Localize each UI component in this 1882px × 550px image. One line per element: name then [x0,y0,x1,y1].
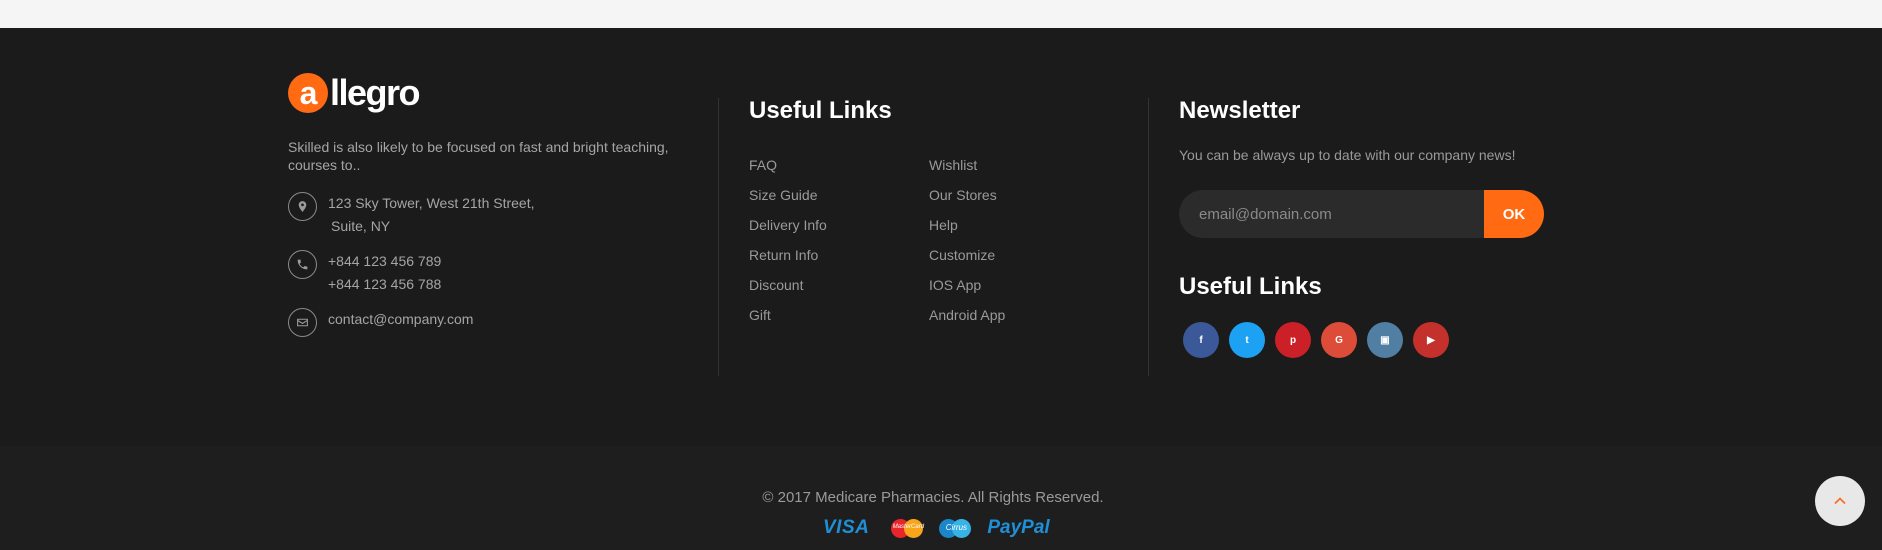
link-delivery-info[interactable]: Delivery Info [749,210,929,240]
chevron-up-icon [1834,497,1846,505]
phone-icon [288,250,317,279]
column-divider [718,98,719,376]
copyright-text: © 2017 Medicare Pharmacies. All Rights R… [762,489,1104,506]
brand-logo[interactable]: a llegro [288,70,688,116]
newsletter-submit-button[interactable]: OK [1484,190,1544,238]
pinterest-icon[interactable]: p [1275,322,1311,358]
link-return-info[interactable]: Return Info [749,240,929,270]
cirrus-icon: Cirrus [939,517,973,539]
contact-phone: +844 123 456 789 +844 123 456 788 [288,250,688,296]
about-text: Skilled is also likely to be focused on … [288,139,669,173]
link-ios-app[interactable]: IOS App [929,270,1109,300]
top-strip [0,0,1882,28]
scroll-to-top-button[interactable] [1815,476,1865,526]
link-faq[interactable]: FAQ [749,150,929,180]
contact-email: contact@company.com [288,308,688,337]
address-line-2: Suite, NY [331,218,391,234]
paypal-icon: PayPal [987,517,1050,538]
address-line-1: 123 Sky Tower, West 21th Street, [328,195,535,211]
contact-address: 123 Sky Tower, West 21th Street, Suite, … [288,192,688,238]
social-links: f t p G ▣ ▶ [1183,322,1579,358]
column-divider [1148,98,1149,376]
newsletter-heading: Newsletter [1179,97,1301,124]
newsletter-column: Newsletter You can be always up to date … [1179,96,1579,358]
payment-methods: VISA MasterCard Cirrus PayPal [823,517,1050,539]
useful-links-column: Useful Links FAQ Size Guide Delivery Inf… [749,96,1109,330]
link-gift[interactable]: Gift [749,300,929,330]
link-wishlist[interactable]: Wishlist [929,150,1109,180]
phone-2[interactable]: +844 123 456 788 [328,273,441,296]
flickr-icon[interactable]: ▣ [1367,322,1403,358]
link-discount[interactable]: Discount [749,270,929,300]
link-android-app[interactable]: Android App [929,300,1109,330]
facebook-icon[interactable]: f [1183,322,1219,358]
link-our-stores[interactable]: Our Stores [929,180,1109,210]
map-pin-icon [288,192,317,221]
logo-text: llegro [330,72,421,113]
envelope-icon [288,308,317,337]
twitter-icon[interactable]: t [1229,322,1265,358]
newsletter-form: OK [1179,190,1544,238]
link-customize[interactable]: Customize [929,240,1109,270]
link-help[interactable]: Help [929,210,1109,240]
newsletter-email-input[interactable] [1179,190,1509,238]
visa-icon: VISA [823,517,870,538]
mastercard-icon: MasterCard [891,517,925,539]
phone-1[interactable]: +844 123 456 789 [328,250,441,273]
email-link[interactable]: contact@company.com [328,308,473,331]
useful-links-list: FAQ Size Guide Delivery Info Return Info… [749,150,1109,330]
footer-about-column: a llegro Skilled is also likely to be fo… [288,70,688,337]
useful-links-heading: Useful Links [749,97,892,124]
youtube-icon[interactable]: ▶ [1413,322,1449,358]
newsletter-text: You can be always up to date with our co… [1179,147,1516,163]
google-icon[interactable]: G [1321,322,1357,358]
footer-bottom-bar: © 2017 Medicare Pharmacies. All Rights R… [0,446,1882,550]
logo-mark: a [288,73,328,113]
social-heading: Useful Links [1179,273,1322,300]
link-size-guide[interactable]: Size Guide [749,180,929,210]
